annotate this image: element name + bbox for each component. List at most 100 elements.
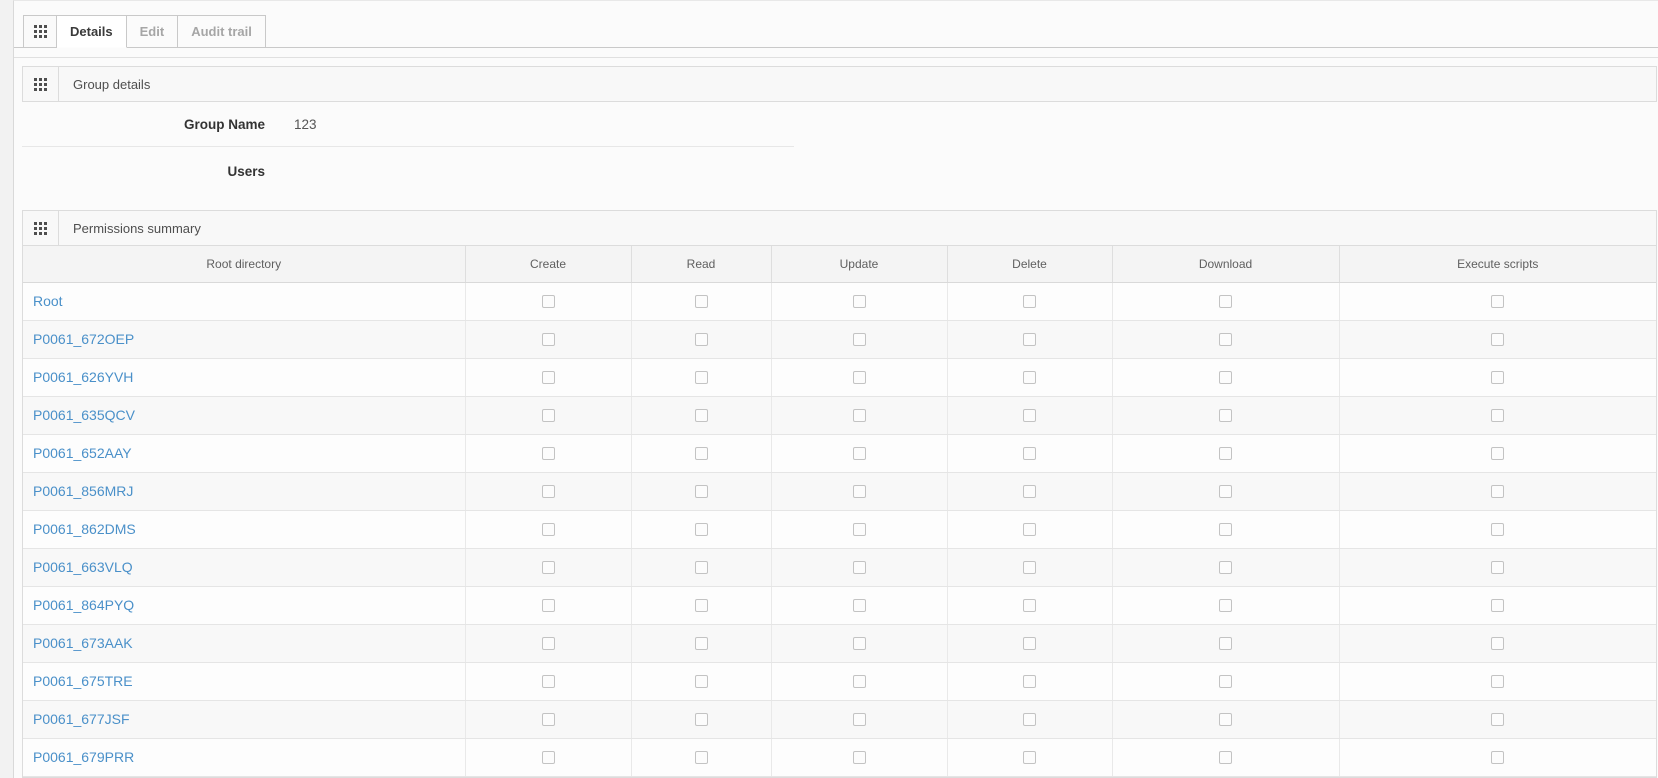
checkbox-delete[interactable] — [1023, 485, 1036, 498]
checkbox-update[interactable] — [853, 637, 866, 650]
checkbox-delete[interactable] — [1023, 637, 1036, 650]
checkbox-delete[interactable] — [1023, 447, 1036, 460]
checkbox-read[interactable] — [695, 409, 708, 422]
grid-menu-button[interactable] — [23, 15, 57, 48]
directory-link[interactable]: P0061_862DMS — [33, 521, 136, 537]
checkbox-execute-scripts[interactable] — [1491, 599, 1504, 612]
checkbox-create[interactable] — [542, 523, 555, 536]
checkbox-create[interactable] — [542, 447, 555, 460]
checkbox-create[interactable] — [542, 371, 555, 384]
checkbox-download[interactable] — [1219, 447, 1232, 460]
checkbox-read[interactable] — [695, 485, 708, 498]
checkbox-read[interactable] — [695, 447, 708, 460]
checkbox-create[interactable] — [542, 751, 555, 764]
checkbox-read[interactable] — [695, 637, 708, 650]
checkbox-read[interactable] — [695, 713, 708, 726]
checkbox-update[interactable] — [853, 485, 866, 498]
checkbox-execute-scripts[interactable] — [1491, 409, 1504, 422]
tab-details[interactable]: Details — [57, 15, 127, 48]
tab-edit[interactable]: Edit — [127, 15, 179, 48]
directory-link[interactable]: P0061_652AAY — [33, 445, 132, 461]
checkbox-execute-scripts[interactable] — [1491, 751, 1504, 764]
checkbox-download[interactable] — [1219, 523, 1232, 536]
checkbox-delete[interactable] — [1023, 751, 1036, 764]
checkbox-execute-scripts[interactable] — [1491, 333, 1504, 346]
directory-link[interactable]: P0061_663VLQ — [33, 559, 133, 575]
checkbox-read[interactable] — [695, 599, 708, 612]
checkbox-download[interactable] — [1219, 713, 1232, 726]
directory-link[interactable]: P0061_672OEP — [33, 331, 134, 347]
checkbox-delete[interactable] — [1023, 561, 1036, 574]
checkbox-delete[interactable] — [1023, 599, 1036, 612]
checkbox-execute-scripts[interactable] — [1491, 485, 1504, 498]
checkbox-update[interactable] — [853, 447, 866, 460]
checkbox-update[interactable] — [853, 371, 866, 384]
checkbox-delete[interactable] — [1023, 523, 1036, 536]
checkbox-download[interactable] — [1219, 675, 1232, 688]
checkbox-create[interactable] — [542, 599, 555, 612]
checkbox-execute-scripts[interactable] — [1491, 523, 1504, 536]
checkbox-execute-scripts[interactable] — [1491, 447, 1504, 460]
checkbox-update[interactable] — [853, 523, 866, 536]
checkbox-delete[interactable] — [1023, 295, 1036, 308]
checkbox-delete[interactable] — [1023, 371, 1036, 384]
checkbox-download[interactable] — [1219, 409, 1232, 422]
permission-cell-update — [771, 549, 947, 587]
checkbox-download[interactable] — [1219, 637, 1232, 650]
checkbox-download[interactable] — [1219, 485, 1232, 498]
directory-link[interactable]: P0061_864PYQ — [33, 597, 134, 613]
checkbox-download[interactable] — [1219, 333, 1232, 346]
checkbox-delete[interactable] — [1023, 713, 1036, 726]
checkbox-read[interactable] — [695, 295, 708, 308]
checkbox-create[interactable] — [542, 637, 555, 650]
checkbox-update[interactable] — [853, 751, 866, 764]
checkbox-create[interactable] — [542, 295, 555, 308]
checkbox-read[interactable] — [695, 333, 708, 346]
checkbox-read[interactable] — [695, 523, 708, 536]
checkbox-download[interactable] — [1219, 295, 1232, 308]
checkbox-read[interactable] — [695, 751, 708, 764]
directory-link[interactable]: P0061_679PRR — [33, 749, 134, 765]
checkbox-delete[interactable] — [1023, 675, 1036, 688]
checkbox-create[interactable] — [542, 333, 555, 346]
checkbox-update[interactable] — [853, 333, 866, 346]
checkbox-download[interactable] — [1219, 599, 1232, 612]
group-details-menu-button[interactable] — [23, 67, 59, 101]
directory-link[interactable]: Root — [33, 293, 63, 309]
checkbox-execute-scripts[interactable] — [1491, 295, 1504, 308]
checkbox-create[interactable] — [542, 561, 555, 574]
checkbox-update[interactable] — [853, 713, 866, 726]
checkbox-update[interactable] — [853, 561, 866, 574]
checkbox-delete[interactable] — [1023, 409, 1036, 422]
checkbox-update[interactable] — [853, 675, 866, 688]
checkbox-delete[interactable] — [1023, 333, 1036, 346]
checkbox-read[interactable] — [695, 371, 708, 384]
checkbox-execute-scripts[interactable] — [1491, 713, 1504, 726]
checkbox-update[interactable] — [853, 409, 866, 422]
checkbox-update[interactable] — [853, 599, 866, 612]
checkbox-create[interactable] — [542, 409, 555, 422]
checkbox-update[interactable] — [853, 295, 866, 308]
checkbox-download[interactable] — [1219, 371, 1232, 384]
directory-link[interactable]: P0061_673AAK — [33, 635, 133, 651]
checkbox-download[interactable] — [1219, 751, 1232, 764]
checkbox-execute-scripts[interactable] — [1491, 675, 1504, 688]
tab-audit-trail[interactable]: Audit trail — [178, 15, 266, 48]
checkbox-download[interactable] — [1219, 561, 1232, 574]
directory-link[interactable]: P0061_635QCV — [33, 407, 135, 423]
checkbox-execute-scripts[interactable] — [1491, 637, 1504, 650]
permission-cell-execute-scripts — [1339, 397, 1656, 435]
directory-cell: P0061_652AAY — [23, 435, 465, 473]
checkbox-execute-scripts[interactable] — [1491, 561, 1504, 574]
permissions-summary-menu-button[interactable] — [23, 211, 59, 245]
directory-link[interactable]: P0061_856MRJ — [33, 483, 133, 499]
checkbox-create[interactable] — [542, 485, 555, 498]
directory-link[interactable]: P0061_626YVH — [33, 369, 133, 385]
checkbox-read[interactable] — [695, 561, 708, 574]
checkbox-create[interactable] — [542, 713, 555, 726]
directory-link[interactable]: P0061_675TRE — [33, 673, 133, 689]
directory-link[interactable]: P0061_677JSF — [33, 711, 130, 727]
checkbox-read[interactable] — [695, 675, 708, 688]
checkbox-create[interactable] — [542, 675, 555, 688]
checkbox-execute-scripts[interactable] — [1491, 371, 1504, 384]
